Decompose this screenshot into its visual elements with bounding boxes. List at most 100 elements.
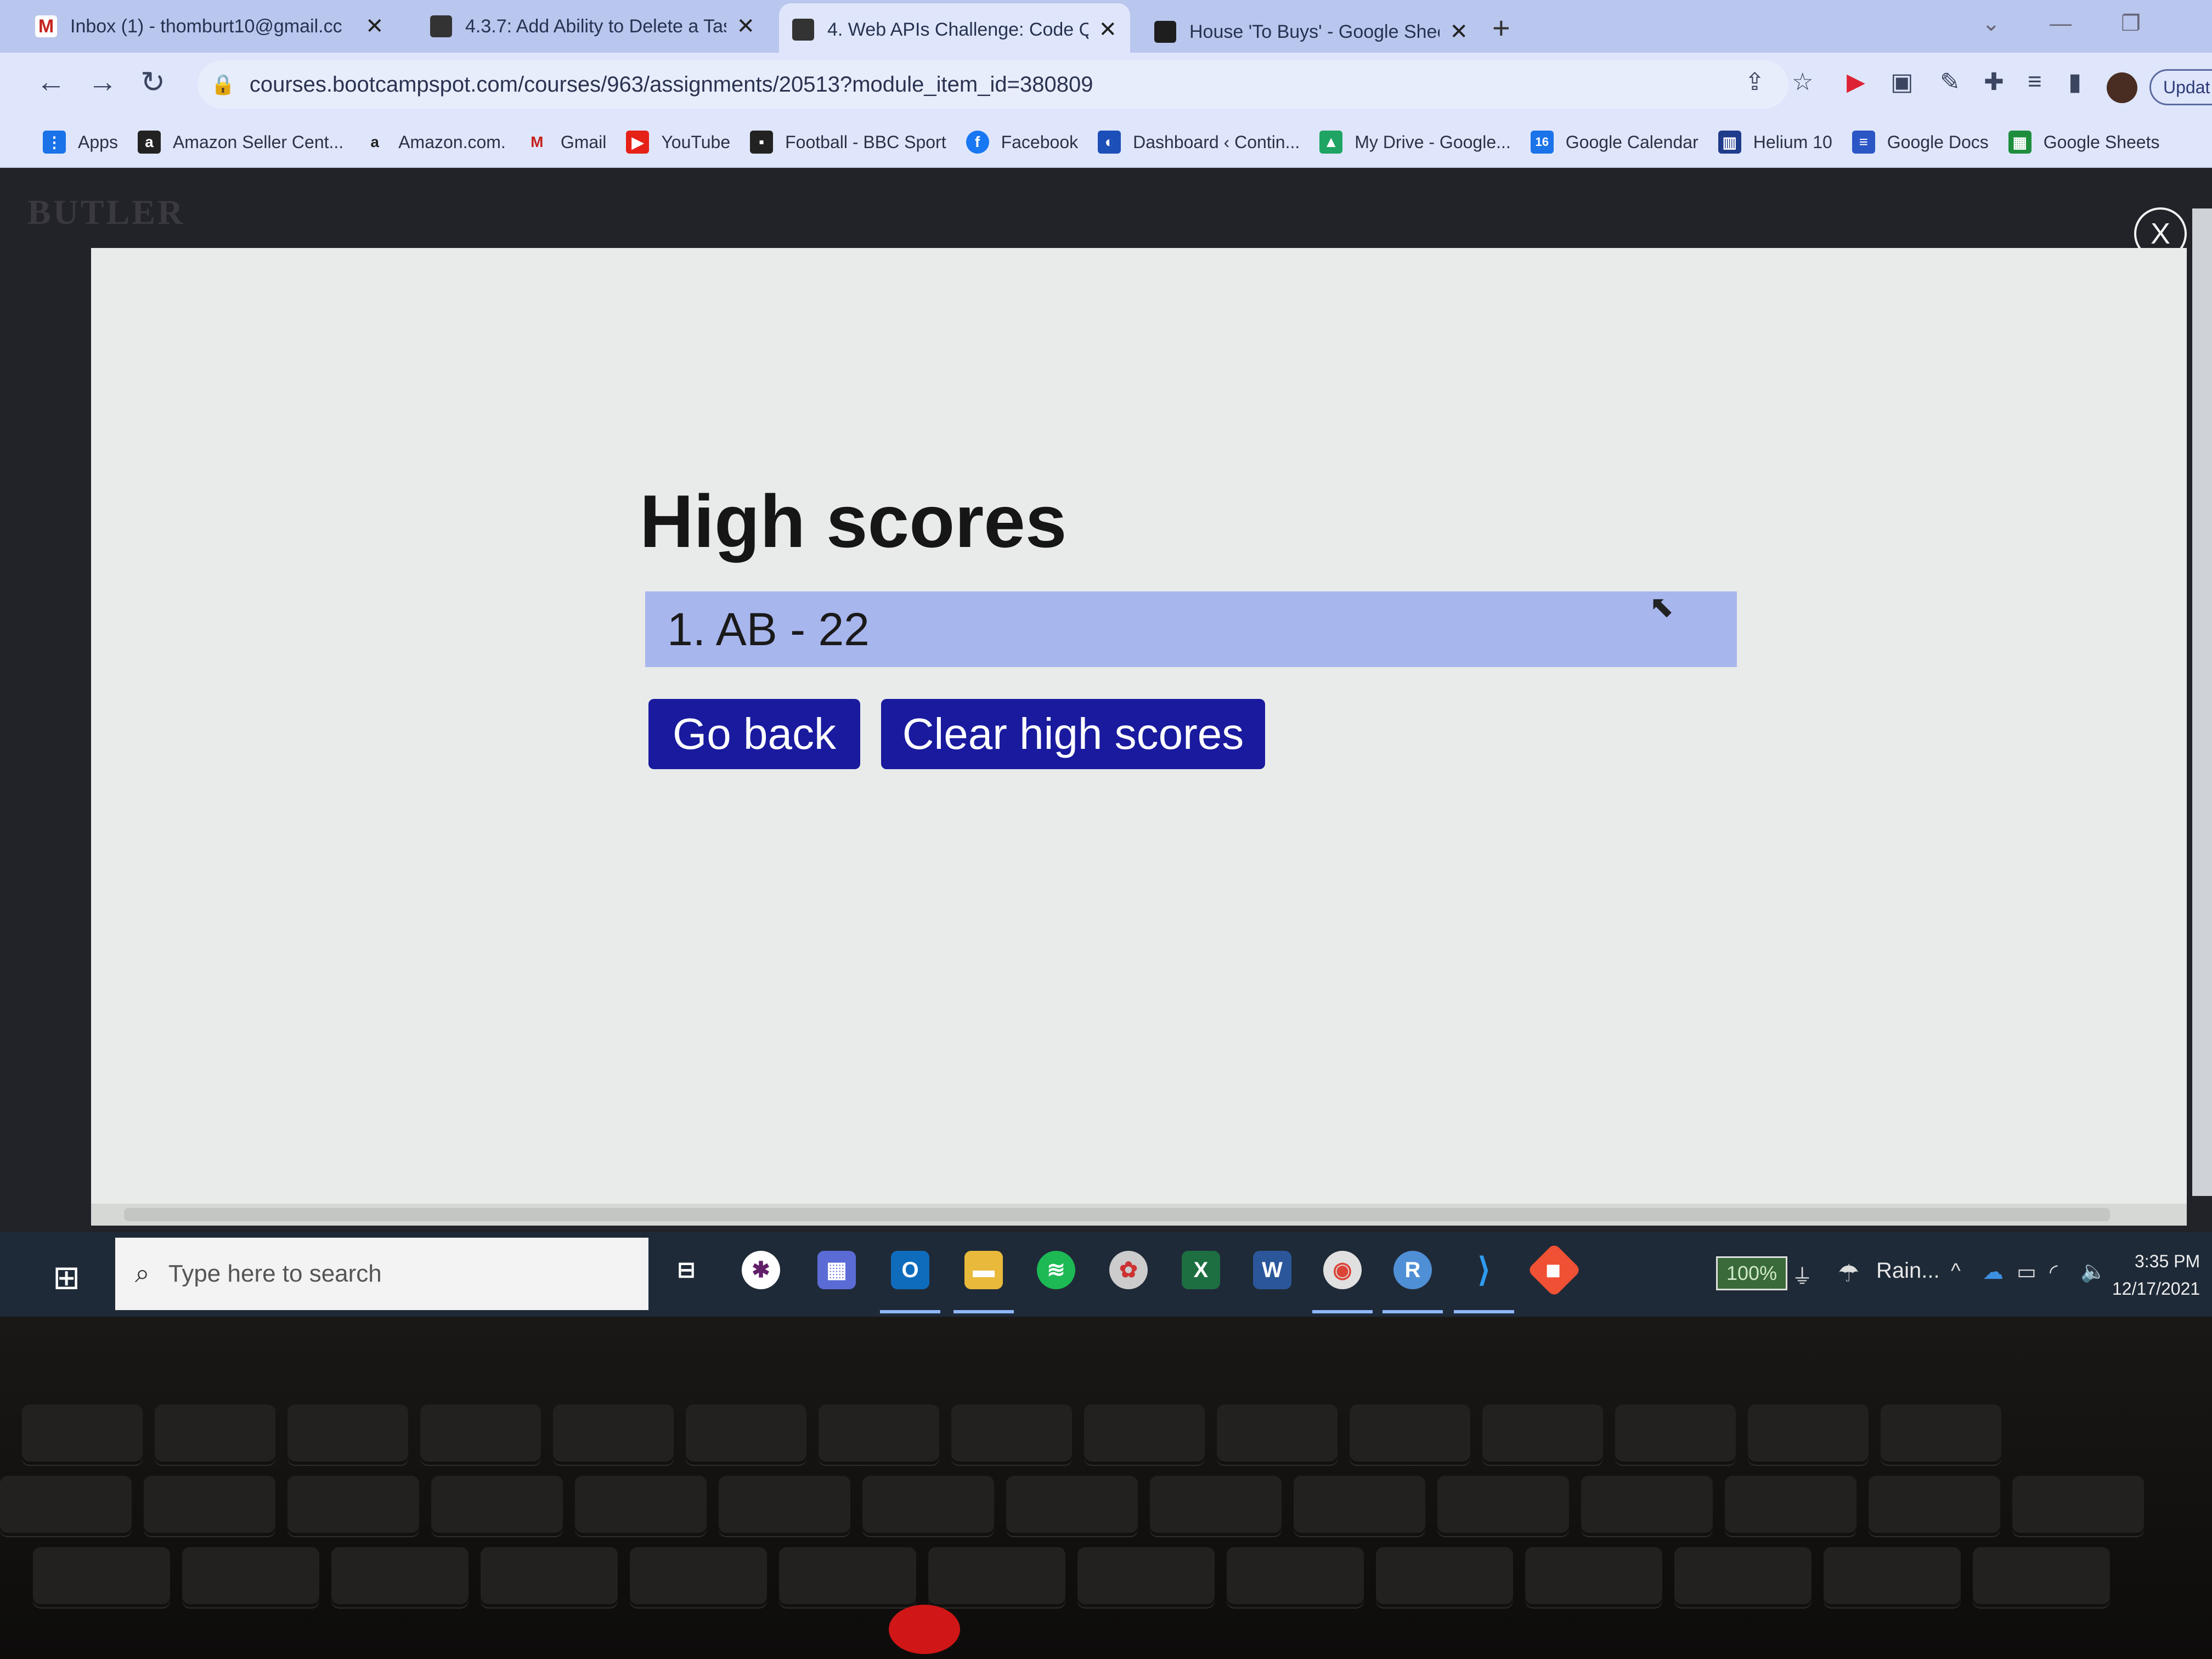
tab-add-ability[interactable]: 4.3.7: Add Ability to Delete a Task ✕ xyxy=(417,0,768,53)
spotify-icon[interactable]: ≋ xyxy=(1037,1251,1075,1289)
plug-icon: ⏚ xyxy=(1792,1266,1813,1289)
battery-percentage[interactable]: 100% xyxy=(1716,1256,1788,1290)
new-tab-icon[interactable]: + xyxy=(1492,10,1510,46)
umbrella-icon: ☂ xyxy=(1838,1260,1860,1287)
tab-inbox[interactable]: M Inbox (1) - thomburt10@gmail.cc ✕ xyxy=(22,0,406,53)
keyboard-icon[interactable]: ▭ xyxy=(2017,1260,2036,1284)
bookmark-label: Google Sheets xyxy=(2043,132,2160,152)
bookmark-google-sheets[interactable]: ▦ Google Sheets xyxy=(2008,131,2160,154)
bookmark-amazon[interactable]: a Amazon.com. xyxy=(363,131,506,154)
running-indicator xyxy=(953,1310,1014,1313)
vscode-icon[interactable]: ⟩ xyxy=(1465,1251,1503,1289)
bookmark-label: Gmail xyxy=(560,132,607,152)
bookmark-label: Amazon Seller Cent... xyxy=(172,132,344,152)
slack-icon[interactable]: ✱ xyxy=(742,1251,780,1289)
vertical-scrollbar[interactable] xyxy=(2192,208,2212,1196)
bookmark-label: Amazon.com. xyxy=(398,132,506,152)
calculator-icon[interactable]: ▦ xyxy=(817,1251,856,1289)
task-view-icon[interactable]: ⊟ xyxy=(667,1251,706,1289)
assignment-preview-frame: High scores 1. AB - 22 Go back Clear hig… xyxy=(91,248,2187,1204)
git-icon[interactable]: ◆ xyxy=(1527,1243,1582,1297)
close-tab-icon[interactable]: ✕ xyxy=(365,14,384,39)
running-indicator xyxy=(1312,1310,1373,1313)
high-scores-list: 1. AB - 22 xyxy=(645,591,1737,667)
share-icon[interactable]: ⇪ xyxy=(1745,68,1765,96)
js-extension-icon[interactable]: ▣ xyxy=(1891,68,1914,96)
window-controls[interactable]: ⌄—❐ xyxy=(1982,11,2190,36)
chrome-icon[interactable]: ◉ xyxy=(1323,1251,1362,1289)
file-explorer-icon[interactable]: ▬ xyxy=(964,1251,1003,1289)
address-bar[interactable]: 🔒 courses.bootcampspot.com/courses/963/a… xyxy=(198,60,1788,109)
word-icon[interactable]: W xyxy=(1253,1251,1291,1289)
close-tab-icon[interactable]: ✕ xyxy=(736,14,755,39)
bookmark-bbc-football[interactable]: ▪ Football - BBC Sport xyxy=(750,131,946,154)
extension-icon[interactable]: ▶ xyxy=(1847,68,1865,96)
onedrive-icon[interactable]: ☁ xyxy=(1983,1260,2004,1284)
clear-high-scores-button[interactable]: Clear high scores xyxy=(881,699,1265,769)
bookmark-label: Google Docs xyxy=(1887,132,1989,152)
horizontal-scroll-thumb[interactable] xyxy=(124,1208,2110,1221)
extensions-puzzle-icon[interactable]: ✚ xyxy=(1984,68,2004,96)
bookmark-google-calendar[interactable]: 16 Google Calendar xyxy=(1530,131,1699,154)
bookmark-label: My Drive - Google... xyxy=(1355,132,1511,152)
bookmark-label: Dashboard ‹ Contin... xyxy=(1133,132,1300,152)
amazon-icon: a xyxy=(137,131,161,154)
profile-avatar[interactable] xyxy=(2107,72,2137,103)
bookmark-google-docs[interactable]: ≡ Google Docs xyxy=(1852,131,1989,154)
volume-icon[interactable]: 🔈 xyxy=(2080,1260,2106,1284)
search-placeholder: Type here to search xyxy=(168,1260,382,1287)
page-title: High scores xyxy=(640,479,1067,563)
bookmark-facebook[interactable]: f Facebook xyxy=(966,131,1079,154)
mouse-pointer-icon: ⬉ xyxy=(1649,590,1674,623)
windows-taskbar: ⊞ ⌕ Type here to search ⊟ ✱ ▦ O ▬ ≋ ✿ X … xyxy=(0,1232,2212,1317)
github-icon xyxy=(792,19,814,41)
trackpoint-nub xyxy=(889,1605,960,1654)
clock[interactable]: 3:35 PM 12/17/2021 xyxy=(2112,1248,2200,1302)
bookmark-gmail[interactable]: M Gmail xyxy=(525,131,607,154)
reading-list-icon[interactable]: ≡ xyxy=(2028,68,2042,95)
windows-start-icon[interactable]: ⊞ xyxy=(53,1259,80,1297)
close-tab-icon[interactable]: ✕ xyxy=(1098,17,1117,42)
helium-icon: ▥ xyxy=(1718,131,1741,154)
outlook-icon[interactable]: O xyxy=(891,1251,929,1289)
chevron-up-icon[interactable]: ^ xyxy=(1951,1260,1961,1283)
running-indicator xyxy=(1383,1310,1443,1313)
close-tab-icon[interactable]: ✕ xyxy=(1449,19,1468,44)
tab-title: Inbox (1) - thomburt10@gmail.cc xyxy=(70,15,342,37)
gmail-icon: M xyxy=(35,15,57,37)
forward-icon[interactable]: → xyxy=(88,65,117,99)
update-button[interactable]: Updat xyxy=(2149,69,2212,105)
bookmark-star-icon[interactable]: ☆ xyxy=(1792,68,1813,96)
wifi-icon[interactable]: ◜ xyxy=(2050,1260,2058,1284)
date: 12/17/2021 xyxy=(2112,1279,2200,1299)
laptop-keyboard xyxy=(0,1317,2212,1659)
reload-icon[interactable]: ↻ xyxy=(140,65,165,99)
taskbar-search-box[interactable]: ⌕ Type here to search xyxy=(115,1238,648,1310)
paint-icon[interactable]: ✿ xyxy=(1109,1251,1148,1289)
horizontal-scrollbar[interactable] xyxy=(91,1204,2187,1226)
bookmark-amazon-seller[interactable]: a Amazon Seller Cent... xyxy=(137,131,344,154)
bookmark-label: Helium 10 xyxy=(1753,132,1832,152)
bookmark-label: YouTube xyxy=(661,132,731,152)
bookmark-label: Facebook xyxy=(1001,132,1079,152)
tab-title: 4.3.7: Add Ability to Delete a Task xyxy=(465,15,727,37)
bookmark-youtube[interactable]: ▶ YouTube xyxy=(626,131,730,154)
bookmark-label: Google Calendar xyxy=(1565,132,1699,152)
bookmarks-bar: ⋮ Apps a Amazon Seller Cent... a Amazon.com… xyxy=(0,117,2212,168)
apps-grid-icon: ⋮ xyxy=(43,131,66,154)
facebook-icon: f xyxy=(966,131,989,154)
go-back-button[interactable]: Go back xyxy=(648,699,860,769)
tab-house-to-buys[interactable]: House 'To Buys' - Google Sheets ✕ xyxy=(1141,5,1481,58)
bookmark-apps[interactable]: ⋮ Apps xyxy=(43,131,118,154)
weather-text[interactable]: Rain... xyxy=(1876,1259,1940,1283)
back-icon[interactable]: ← xyxy=(36,65,66,99)
side-panel-icon[interactable]: ▮ xyxy=(2068,68,2081,96)
tab-web-apis-challenge[interactable]: 4. Web APIs Challenge: Code Qui ✕ xyxy=(779,3,1130,56)
bbc-icon: ▪ xyxy=(750,131,774,154)
excel-icon[interactable]: X xyxy=(1182,1251,1220,1289)
r-icon[interactable]: R xyxy=(1393,1251,1432,1289)
bookmark-dashboard[interactable]: ◐ Dashboard ‹ Contin... xyxy=(1098,131,1300,154)
bookmark-my-drive[interactable]: ▲ My Drive - Google... xyxy=(1319,131,1511,154)
pen-extension-icon[interactable]: ✎ xyxy=(1940,68,1960,96)
bookmark-helium-10[interactable]: ▥ Helium 10 xyxy=(1718,131,1832,154)
